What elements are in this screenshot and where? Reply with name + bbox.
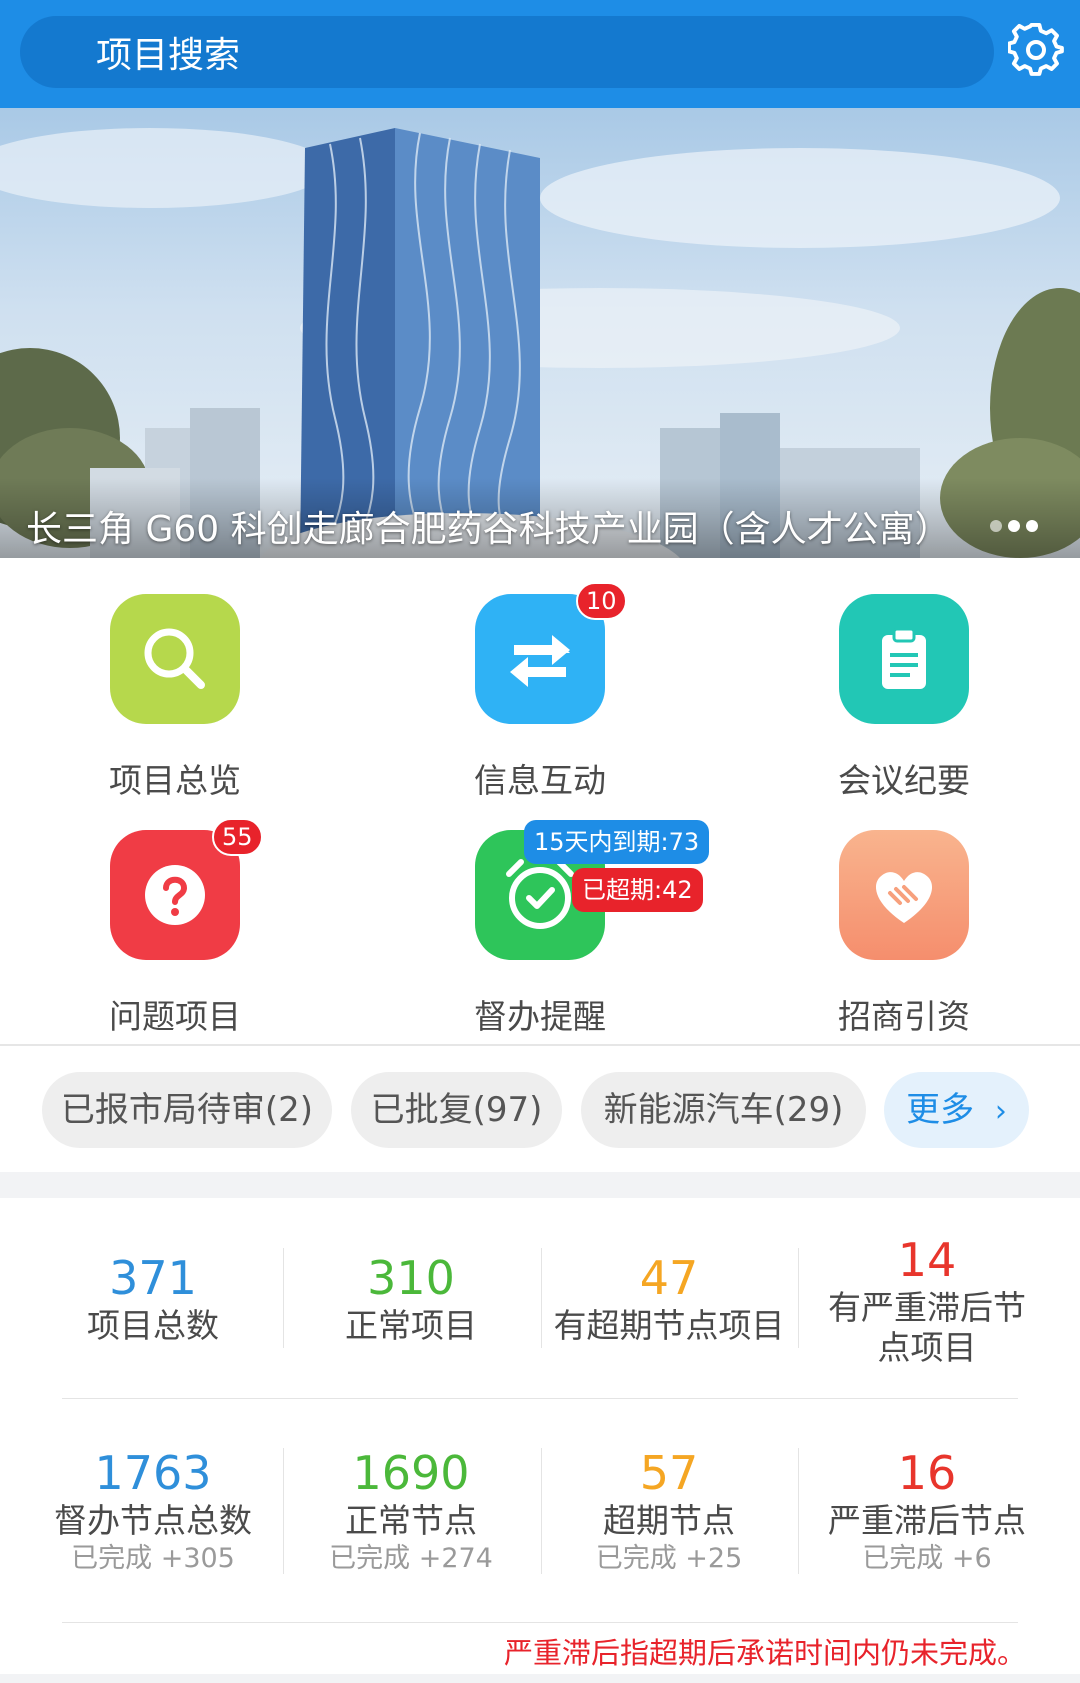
stat-label: 正常节点 (345, 1501, 477, 1540)
grid-item-label: 督办提醒 (474, 997, 606, 1036)
search-bar[interactable]: 项目搜索 (20, 16, 994, 88)
stat-value: 14 (897, 1233, 957, 1287)
stat-completed: 已完成 +6 (862, 1543, 992, 1574)
stat-label: 超期节点 (603, 1501, 735, 1540)
grid-item-label: 项目总览 (109, 761, 241, 800)
carousel-dot[interactable] (1026, 520, 1038, 532)
stat-normal-projects[interactable]: 310 正常项目 (282, 1250, 540, 1346)
stat-value: 310 (367, 1251, 455, 1305)
section-gap (0, 1172, 1080, 1198)
search-placeholder: 项目搜索 (96, 35, 241, 76)
bottom-gap (0, 1674, 1080, 1683)
stat-label: 有超期节点项目 (553, 1306, 785, 1345)
tag-new-energy-vehicles[interactable]: 新能源汽车(29) (581, 1072, 866, 1148)
banner-carousel[interactable]: 长三角 G60 科创走廊合肥药谷科技产业园（含人才公寓） (0, 108, 1080, 558)
grid-item-investment[interactable]: 招商引资 (774, 830, 1034, 1060)
grid-item-info-interaction[interactable]: 10 信息互动 (410, 582, 670, 824)
grid-item-problem-projects[interactable]: 55 问题项目 (45, 818, 305, 1060)
grid-item-project-overview[interactable]: 项目总览 (45, 594, 305, 824)
section-divider (0, 1044, 1080, 1046)
stat-label: 督办节点总数 (54, 1501, 252, 1540)
search-icon (110, 594, 240, 724)
tag-pending-review[interactable]: 已报市局待审(2) (42, 1072, 332, 1148)
overdue-badge: 已超期:42 (572, 868, 703, 912)
stat-value: 1690 (352, 1446, 470, 1500)
stat-overdue-projects[interactable]: 47 有超期节点项目 (540, 1250, 798, 1346)
stat-severely-delayed-nodes[interactable]: 16 严重滞后节点 已完成 +6 (798, 1445, 1056, 1577)
stat-label: 有严重滞后节点项目 (828, 1288, 1026, 1367)
stat-completed: 已完成 +305 (71, 1543, 235, 1574)
stats-divider (62, 1398, 1018, 1399)
tag-approved[interactable]: 已批复(97) (351, 1072, 562, 1148)
chevron-right-icon: › (994, 1094, 1007, 1129)
carousel-dot[interactable] (990, 520, 1002, 532)
grid-item-supervision-reminder[interactable]: 15天内到期:73 已超期:42 督办提醒 (410, 820, 710, 1060)
grid-item-label: 信息互动 (474, 761, 606, 800)
footnote-definition: 严重滞后指超期后承诺时间内仍未完成。 (503, 1636, 1026, 1670)
stat-completed: 已完成 +274 (329, 1543, 493, 1574)
stat-value: 47 (639, 1251, 699, 1305)
stat-total-projects[interactable]: 371 项目总数 (24, 1250, 282, 1346)
top-header: 项目搜索 (0, 0, 1080, 108)
clipboard-icon (839, 594, 969, 724)
handshake-heart-icon (839, 830, 969, 960)
problem-count-badge: 55 (212, 818, 263, 856)
stat-label: 项目总数 (87, 1306, 219, 1345)
stat-value: 16 (897, 1446, 957, 1500)
more-tags-button[interactable]: 更多 › (884, 1072, 1029, 1148)
stat-total-nodes[interactable]: 1763 督办节点总数 已完成 +305 (24, 1445, 282, 1577)
settings-button[interactable] (1007, 22, 1064, 78)
more-label: 更多 (906, 1090, 975, 1130)
carousel-indicators (990, 520, 1038, 532)
stat-severely-delayed-projects[interactable]: 14 有严重滞后节点项目 (798, 1232, 1056, 1368)
stat-value: 371 (109, 1251, 197, 1305)
stat-overdue-nodes[interactable]: 57 超期节点 已完成 +25 (540, 1445, 798, 1577)
banner-title: 长三角 G60 科创走廊合肥药谷科技产业园（含人才公寓） (26, 509, 951, 550)
grid-item-label: 会议纪要 (838, 761, 970, 800)
stat-value: 1763 (94, 1446, 212, 1500)
stat-value: 57 (639, 1446, 699, 1500)
grid-item-meeting-minutes[interactable]: 会议纪要 (774, 594, 1034, 824)
grid-item-label: 问题项目 (109, 997, 241, 1036)
unread-count-badge: 10 (576, 582, 627, 620)
stat-completed: 已完成 +25 (595, 1543, 743, 1574)
stats-divider (62, 1622, 1018, 1623)
stat-label: 正常项目 (345, 1306, 477, 1345)
stat-normal-nodes[interactable]: 1690 正常节点 已完成 +274 (282, 1445, 540, 1577)
carousel-dot[interactable] (1008, 520, 1020, 532)
gear-icon (1007, 22, 1064, 76)
stat-label: 严重滞后节点 (828, 1501, 1026, 1540)
grid-item-label: 招商引资 (838, 997, 970, 1036)
due-soon-badge: 15天内到期:73 (524, 820, 710, 864)
